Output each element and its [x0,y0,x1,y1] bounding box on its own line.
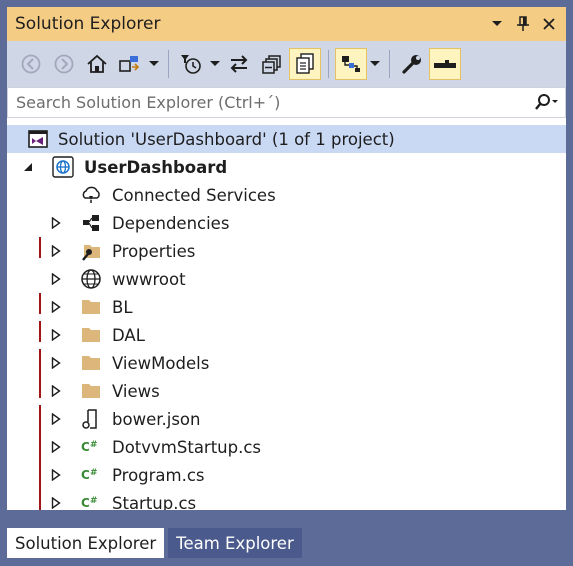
filter-dropdown-icon[interactable] [208,48,222,80]
tree-item[interactable]: wwwroot [7,265,566,293]
expand-arrow-icon[interactable] [49,244,63,258]
tree-item[interactable]: ViewModels [7,349,566,377]
tree-item[interactable]: Views [7,377,566,405]
sync-icon[interactable] [223,48,255,80]
svg-text:C: C [81,440,90,454]
tree-item-label: Views [112,381,160,401]
window-title: Solution Explorer [15,14,161,34]
search-input[interactable] [8,88,529,117]
preview-selected-items-icon[interactable] [429,48,461,80]
toolbar-separator [168,50,169,78]
tree-item-label: Program.cs [112,465,205,485]
search-icon[interactable] [529,89,565,117]
tree-item[interactable]: Properties [7,237,566,265]
svg-text:C: C [81,468,90,482]
tree-item-label: Properties [112,241,196,261]
tab-solution-explorer[interactable]: Solution Explorer [7,528,165,558]
project-node[interactable]: UserDashboard [7,153,566,181]
properties-icon[interactable] [396,48,428,80]
tree-item-label: wwwroot [112,269,186,289]
dependencies-icon [80,212,102,234]
tree-item[interactable]: Connected Services [7,181,566,209]
svg-text:C: C [81,496,90,510]
toolbar-separator [389,50,390,78]
title-bar: Solution Explorer [7,7,566,41]
tree-item[interactable]: BL [7,293,566,321]
properties-folder-icon [80,240,102,262]
preview-dropdown-icon[interactable] [368,48,382,80]
project-label: UserDashboard [84,157,228,177]
toolbar-separator [328,50,329,78]
svg-text:#: # [90,440,98,450]
solution-label: Solution 'UserDashboard' (1 of 1 project… [58,129,395,149]
show-all-files-icon[interactable] [289,48,321,80]
tree-item-label: bower.json [112,409,201,429]
pin-icon[interactable] [510,11,536,37]
tree-item[interactable]: Dependencies [7,209,566,237]
svg-text:#: # [90,468,98,478]
expand-arrow-icon[interactable] [49,216,63,230]
collapse-arrow-icon[interactable] [21,160,35,174]
back-icon[interactable] [15,48,47,80]
globe-icon [80,268,102,290]
folder-icon [80,296,102,318]
csharp-file-icon: C # [80,492,102,510]
forward-icon[interactable] [48,48,80,80]
web-project-icon [52,156,74,178]
folder-icon [80,352,102,374]
expand-arrow-icon[interactable] [49,496,63,510]
connected-services-icon [80,184,102,206]
tree-item[interactable]: C # Startup.cs [7,489,566,510]
tree-item-label: DAL [112,325,145,345]
csharp-file-icon: C # [80,436,102,458]
solution-tree: Solution 'UserDashboard' (1 of 1 project… [7,118,566,510]
tree-item-label: Startup.cs [112,493,197,511]
solution-node[interactable]: Solution 'UserDashboard' (1 of 1 project… [7,125,566,153]
expand-arrow-icon[interactable] [49,328,63,342]
toolbar [7,41,566,87]
csharp-file-icon: C # [80,464,102,486]
expand-arrow-icon[interactable] [49,356,63,370]
expand-arrow-icon[interactable] [49,300,63,314]
expand-arrow-icon[interactable] [49,384,63,398]
pending-changes-filter-icon[interactable] [175,48,207,80]
folder-icon [80,380,102,402]
expand-arrow-icon[interactable] [49,412,63,426]
close-icon[interactable] [536,11,562,37]
folder-icon [80,324,102,346]
expand-arrow-icon[interactable] [49,440,63,454]
solution-icon [27,128,49,150]
tree-item[interactable]: C # Program.cs [7,461,566,489]
solution-explorer-window: Solution Explorer Search Solution Explor… [0,0,573,566]
tree-item-label: Dependencies [112,213,230,233]
tree-item-label: ViewModels [112,353,210,373]
collapse-all-icon[interactable] [256,48,288,80]
switch-views-dropdown-icon[interactable] [147,48,161,80]
window-dropdown-icon[interactable] [484,11,510,37]
tree-item-label: BL [112,297,133,317]
tree-item[interactable]: C # DotvvmStartup.cs [7,433,566,461]
json-file-icon [80,408,102,430]
tree-item[interactable]: DAL [7,321,566,349]
tree-item[interactable]: bower.json [7,405,566,433]
home-icon[interactable] [81,48,113,80]
tree-item-label: Connected Services [112,185,276,205]
switch-views-icon[interactable] [114,48,146,80]
tool-window-tabs: Solution Explorer Team Explorer [7,528,302,558]
tree-item-label: DotvvmStartup.cs [112,437,262,457]
expand-arrow-icon[interactable] [49,272,63,286]
tab-team-explorer[interactable]: Team Explorer [168,528,302,558]
preview-icon[interactable] [335,48,367,80]
svg-text:#: # [90,496,98,506]
search-box [7,87,566,118]
expand-arrow-icon[interactable] [49,468,63,482]
